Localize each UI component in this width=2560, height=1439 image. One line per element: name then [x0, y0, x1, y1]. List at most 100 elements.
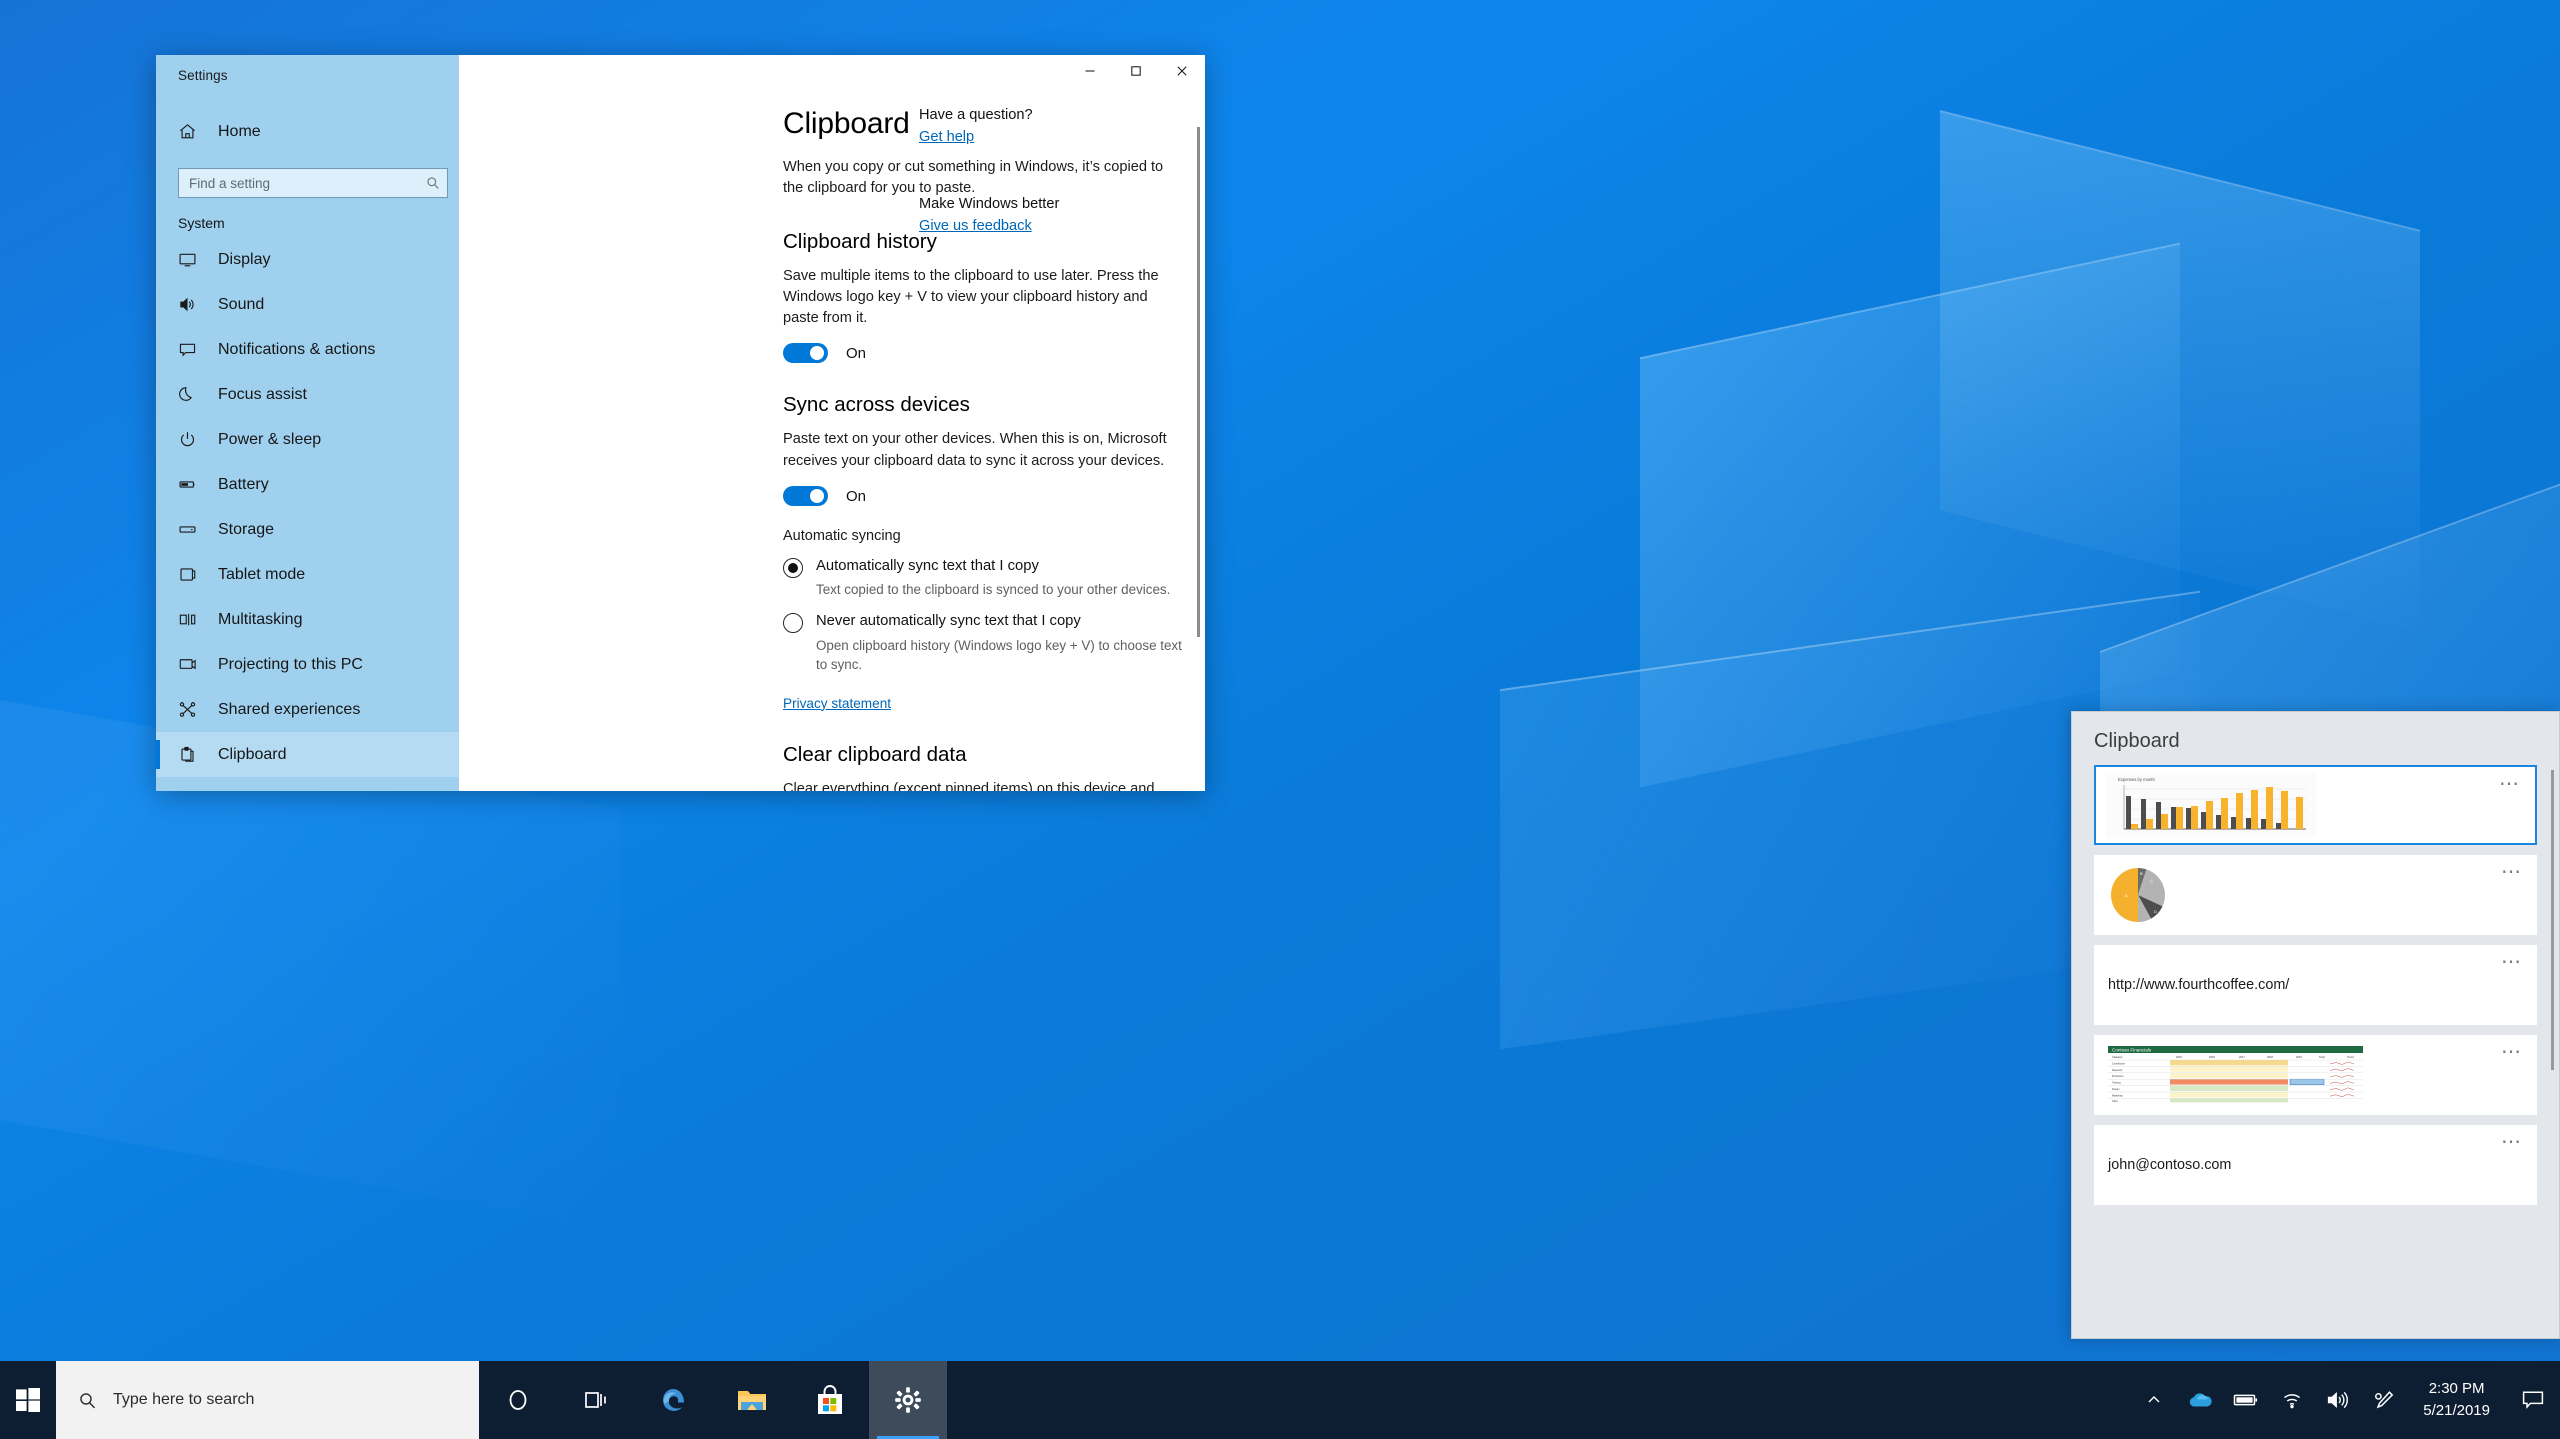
- clipboard-item-pie-chart[interactable]: ⋯ A B C D: [2094, 855, 2537, 935]
- svg-text:Marketing: Marketing: [2112, 1094, 2123, 1097]
- battery-icon: [178, 475, 204, 495]
- sidebar-item-focus-assist[interactable]: Focus assist: [156, 372, 459, 417]
- radio-option-automatically-sync[interactable]: Automatically sync text that I copy Text…: [783, 557, 1183, 599]
- sidebar-item-projecting-to-this-pc[interactable]: Projecting to this PC: [156, 642, 459, 687]
- sidebar-item-multitasking[interactable]: Multitasking: [156, 597, 459, 642]
- search-icon[interactable]: [419, 176, 447, 190]
- scrollbar-thumb[interactable]: [2551, 770, 2554, 1070]
- system-tray: 2:30 PM 5/21/2019: [2131, 1361, 2560, 1439]
- chat-bubble-icon: [178, 340, 204, 360]
- window-titlebar: [459, 55, 1205, 87]
- ellipsis-icon[interactable]: ⋯: [2499, 779, 2521, 789]
- taskbar-button-edge[interactable]: [635, 1361, 713, 1439]
- svg-text:B: B: [2140, 871, 2143, 876]
- sidebar-item-battery[interactable]: Battery: [156, 462, 459, 507]
- taskbar-button-file-explorer[interactable]: [713, 1361, 791, 1439]
- sidebar-item-label: Storage: [218, 521, 274, 539]
- radio-option-never-sync[interactable]: Never automatically sync text that I cop…: [783, 612, 1183, 673]
- wifi-button[interactable]: [2269, 1361, 2315, 1439]
- sync-toggle-row[interactable]: On: [783, 486, 1183, 506]
- svg-text:Expenses by month: Expenses by month: [2118, 777, 2155, 782]
- chevron-up-icon: [2146, 1392, 2162, 1408]
- drive-icon: [178, 520, 204, 540]
- clipboard-item-email[interactable]: ⋯ john@contoso.com: [2094, 1125, 2537, 1205]
- search-placeholder: Find a setting: [179, 176, 419, 191]
- battery-button[interactable]: [2223, 1361, 2269, 1439]
- help-column: Have a question? Get help Make Windows b…: [919, 107, 1159, 285]
- content-scroll-area[interactable]: Clipboard When you copy or cut something…: [459, 87, 1205, 791]
- ellipsis-icon[interactable]: ⋯: [2501, 1047, 2523, 1057]
- taskbar-search-box[interactable]: Type here to search: [56, 1361, 479, 1439]
- taskbar-button-cortana[interactable]: [479, 1361, 557, 1439]
- svg-text:C: C: [2150, 879, 2153, 884]
- sidebar-item-display[interactable]: Display: [156, 237, 459, 282]
- pen-workspace-button[interactable]: [2361, 1361, 2407, 1439]
- project-icon: [178, 655, 204, 675]
- taskbar-button-microsoft-store[interactable]: [791, 1361, 869, 1439]
- task-view-icon: [582, 1386, 610, 1414]
- close-button[interactable]: [1159, 55, 1205, 87]
- sidebar-item-label: Notifications & actions: [218, 341, 375, 359]
- radio-button[interactable]: [783, 558, 803, 578]
- sync-across-devices-toggle[interactable]: [783, 486, 828, 506]
- clipboard-item-text: john@contoso.com: [2104, 1157, 2231, 1173]
- windows-logo-icon: [15, 1387, 41, 1413]
- radio-label: Never automatically sync text that I cop…: [816, 612, 1183, 631]
- sidebar-item-power-and-sleep[interactable]: Power & sleep: [156, 417, 459, 462]
- sidebar-item-label: Projecting to this PC: [218, 656, 363, 674]
- sidebar-item-notifications[interactable]: Notifications & actions: [156, 327, 459, 372]
- sidebar-group-label: System: [156, 198, 459, 237]
- section-heading-sync-across-devices: Sync across devices: [783, 393, 1183, 417]
- show-hidden-icons-button[interactable]: [2131, 1361, 2177, 1439]
- taskbar-button-settings[interactable]: [869, 1361, 947, 1439]
- search-input[interactable]: Find a setting: [178, 168, 448, 198]
- maximize-button[interactable]: [1113, 55, 1159, 87]
- tablet-icon: [178, 565, 204, 585]
- clipboard-item-bar-chart[interactable]: ⋯ Expenses by month: [2094, 765, 2537, 845]
- clock[interactable]: 2:30 PM 5/21/2019: [2407, 1361, 2506, 1439]
- onedrive-button[interactable]: [2177, 1361, 2223, 1439]
- svg-text:2019: 2019: [2296, 1055, 2302, 1059]
- clipboard-item-spreadsheet[interactable]: ⋯ Contoso Financials Category20152016 20…: [2094, 1035, 2537, 1115]
- ellipsis-icon[interactable]: ⋯: [2501, 867, 2523, 877]
- clipboard-item-url[interactable]: ⋯ http://www.fourthcoffee.com/: [2094, 945, 2537, 1025]
- ellipsis-icon[interactable]: ⋯: [2501, 1137, 2523, 1147]
- settings-sidebar: Settings Home Find a setting: [156, 55, 459, 791]
- sidebar-item-home[interactable]: Home: [156, 109, 459, 154]
- radio-button[interactable]: [783, 613, 803, 633]
- sidebar-item-label: Power & sleep: [218, 431, 321, 449]
- scrollbar-thumb[interactable]: [1197, 127, 1200, 637]
- sidebar-item-label: Multitasking: [218, 611, 302, 629]
- clipboard-history-toggle-row[interactable]: On: [783, 343, 1183, 363]
- flyout-scrollbar[interactable]: [2550, 770, 2554, 1290]
- sidebar-item-label: Sound: [218, 296, 264, 314]
- sidebar-item-sound[interactable]: Sound: [156, 282, 459, 327]
- action-center-button[interactable]: [2506, 1361, 2560, 1439]
- sidebar-item-shared-experiences[interactable]: Shared experiences: [156, 687, 459, 732]
- give-feedback-link[interactable]: Give us feedback: [919, 218, 1032, 234]
- section-description: Paste text on your other devices. When t…: [783, 429, 1183, 472]
- get-help-link[interactable]: Get help: [919, 129, 974, 145]
- clipboard-history-toggle[interactable]: [783, 343, 828, 363]
- clipboard-history-toggle-state: On: [846, 345, 866, 362]
- ellipsis-icon[interactable]: ⋯: [2501, 957, 2523, 967]
- sidebar-item-label: Tablet mode: [218, 566, 305, 584]
- sidebar-item-tablet-mode[interactable]: Tablet mode: [156, 552, 459, 597]
- svg-text:Training: Training: [2112, 1082, 2121, 1085]
- svg-text:2016: 2016: [2209, 1055, 2215, 1059]
- start-button[interactable]: [0, 1361, 56, 1439]
- radio-description: Open clipboard history (Windows logo key…: [816, 636, 1183, 674]
- content-vertical-scrollbar[interactable]: [1195, 127, 1201, 737]
- wifi-icon: [2281, 1391, 2303, 1409]
- radio-description: Text copied to the clipboard is synced t…: [816, 580, 1170, 599]
- minimize-button[interactable]: [1067, 55, 1113, 87]
- sidebar-item-clipboard[interactable]: Clipboard: [156, 732, 459, 777]
- radio-label: Automatically sync text that I copy: [816, 557, 1170, 576]
- volume-button[interactable]: [2315, 1361, 2361, 1439]
- svg-text:Contribution: Contribution: [2112, 1062, 2126, 1065]
- cortana-icon: [504, 1386, 532, 1414]
- taskbar-button-task-view[interactable]: [557, 1361, 635, 1439]
- svg-text:Trend: Trend: [2347, 1055, 2354, 1059]
- privacy-statement-link[interactable]: Privacy statement: [783, 696, 891, 711]
- sidebar-item-storage[interactable]: Storage: [156, 507, 459, 552]
